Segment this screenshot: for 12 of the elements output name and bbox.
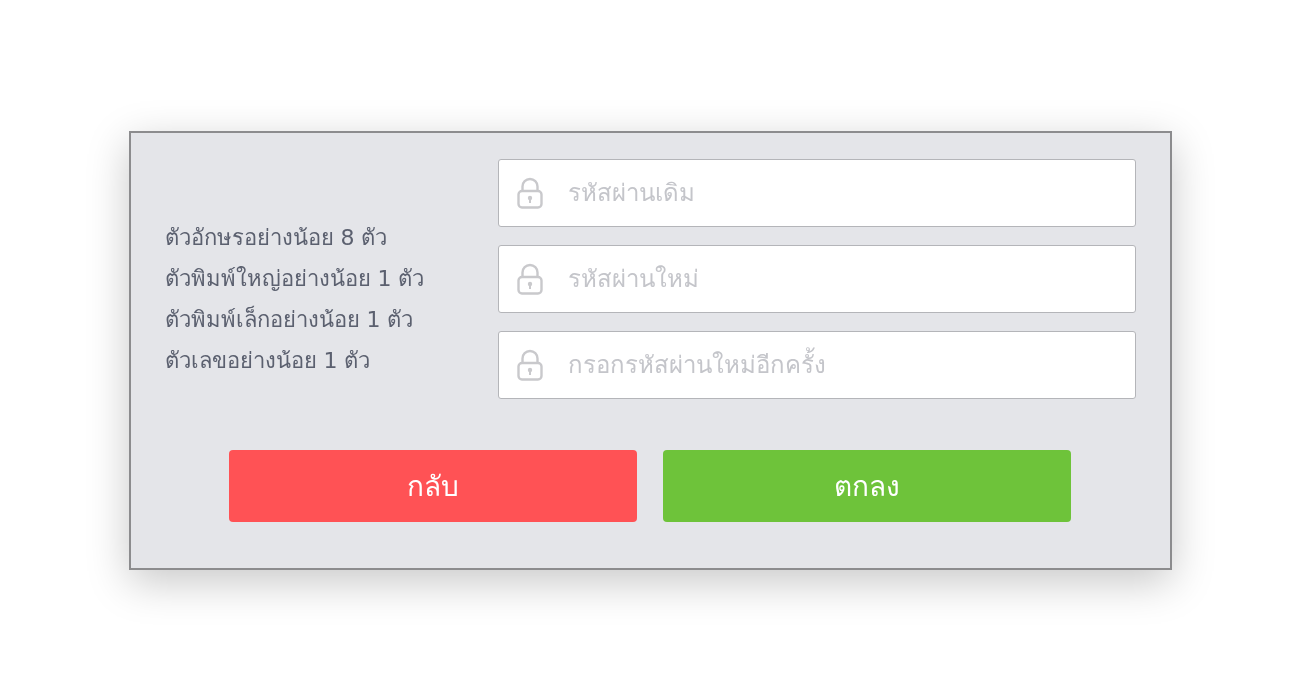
back-button[interactable]: กลับ bbox=[229, 449, 637, 522]
lock-icon bbox=[516, 176, 543, 209]
password-field[interactable]: รหัสผ่านเดิม bbox=[497, 158, 1136, 227]
confirm-button[interactable]: ตกลง bbox=[663, 449, 1071, 522]
password-field[interactable]: กรอกรหัสผ่านใหม่อีกครั้ง bbox=[497, 330, 1136, 399]
password-field[interactable]: รหัสผ่านใหม่ bbox=[497, 244, 1136, 313]
lock-icon bbox=[516, 348, 543, 381]
requirement-text: ตัวอักษรอย่างน้อย 8 ตัว bbox=[164, 223, 389, 252]
lock-icon bbox=[516, 262, 543, 295]
requirement-text: ตัวพิมพ์ใหญ่อย่างน้อย 1 ตัว bbox=[164, 264, 426, 293]
requirement-text: ตัวพิมพ์เล็กอย่างน้อย 1 ตัว bbox=[164, 304, 415, 334]
requirement-text: ตัวเลขอย่างน้อย 1 ตัว bbox=[164, 346, 372, 375]
